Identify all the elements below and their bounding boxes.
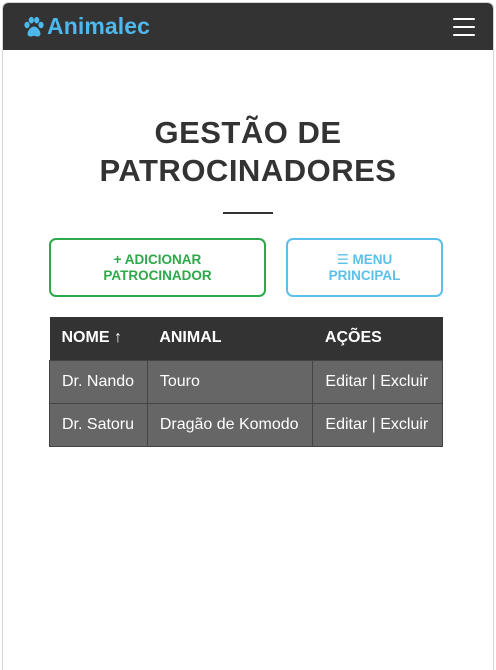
cell-acoes: Editar | Excluir bbox=[312, 402, 443, 447]
main-menu-label: ☰ MENU PRINCIPAL bbox=[329, 252, 401, 284]
table-header-row: NOME ↑ ANIMAL AÇÕES bbox=[49, 317, 443, 360]
cell-animal: Touro bbox=[146, 359, 314, 404]
delete-link[interactable]: Excluir bbox=[380, 373, 428, 390]
column-header-animal: ANIMAL bbox=[147, 317, 313, 360]
brand-name: Animalec bbox=[47, 13, 151, 39]
add-sponsor-label-line2: PATROCINADOR bbox=[103, 267, 212, 283]
add-sponsor-label-line1: + ADICIONAR bbox=[113, 251, 202, 267]
column-header-acoes: AÇÕES bbox=[312, 317, 443, 360]
main-menu-label-line1: ☰ MENU bbox=[336, 251, 393, 267]
action-separator: | bbox=[367, 415, 381, 433]
action-separator: | bbox=[367, 372, 381, 390]
add-sponsor-button[interactable]: + ADICIONAR PATROCINADOR bbox=[49, 238, 266, 297]
main-menu-button[interactable]: ☰ MENU PRINCIPAL bbox=[286, 238, 443, 297]
add-sponsor-label: + ADICIONAR PATROCINADOR bbox=[103, 252, 211, 284]
hamburger-bar bbox=[453, 17, 475, 20]
cell-nome: Dr. Satoru bbox=[49, 402, 148, 447]
delete-link[interactable]: Excluir bbox=[380, 416, 428, 433]
page-title: GESTÃO DE PATROCINADORES bbox=[3, 114, 493, 190]
hamburger-bar bbox=[453, 33, 475, 36]
edit-link[interactable]: Editar bbox=[325, 416, 367, 433]
cell-acoes: Editar | Excluir bbox=[312, 359, 443, 404]
sponsors-table: NOME ↑ ANIMAL AÇÕES Dr. Nando Touro Edit… bbox=[49, 317, 443, 447]
paw-icon bbox=[24, 16, 44, 36]
brand-link[interactable]: Animalec bbox=[22, 13, 150, 40]
cell-animal: Dragão de Komodo bbox=[146, 402, 314, 447]
edit-link[interactable]: Editar bbox=[325, 373, 367, 390]
hamburger-bar bbox=[453, 25, 475, 28]
main-menu-label-line2: PRINCIPAL bbox=[328, 267, 401, 283]
action-buttons: + ADICIONAR PATROCINADOR ☰ MENU PRINCIPA… bbox=[49, 238, 443, 297]
title-divider bbox=[223, 212, 273, 214]
table-row: Dr. Nando Touro Editar | Excluir bbox=[49, 359, 443, 404]
table-row: Dr. Satoru Dragão de Komodo Editar | Exc… bbox=[49, 402, 443, 447]
navbar: Animalec bbox=[3, 3, 493, 50]
column-header-nome[interactable]: NOME ↑ bbox=[49, 317, 148, 360]
hamburger-icon[interactable] bbox=[453, 16, 475, 38]
page-title-line2: PATROCINADORES bbox=[99, 153, 397, 188]
page-title-line1: GESTÃO DE bbox=[154, 115, 342, 150]
cell-nome: Dr. Nando bbox=[49, 359, 148, 404]
